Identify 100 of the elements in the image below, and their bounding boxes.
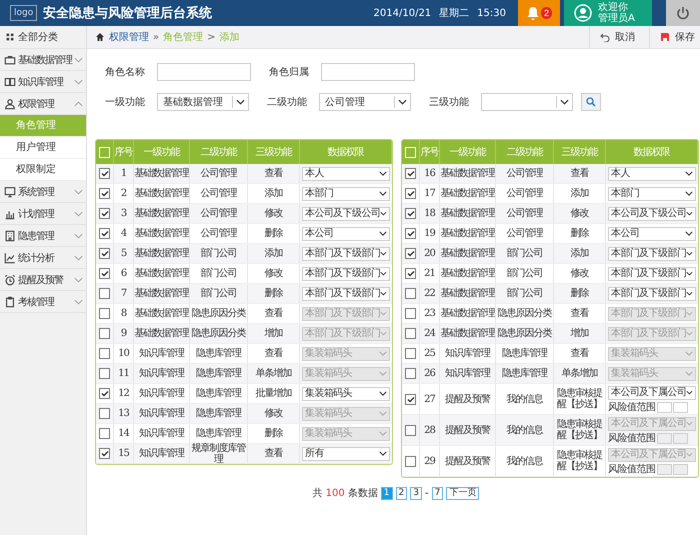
select-all-checkbox[interactable] [99,146,110,158]
sidebar-item[interactable]: 考核管理 [0,291,86,313]
row-checkbox[interactable] [99,448,110,459]
row-checkbox[interactable] [405,188,416,199]
row-checkbox[interactable] [405,248,416,259]
table-cell: 12 [118,388,129,399]
row-checkbox[interactable] [99,268,110,279]
filter-dropdown[interactable]: 基础数据管理 [157,93,249,111]
table-cell: 我的信息 [506,424,542,436]
permission-dropdown[interactable]: 本公司及下级公司 [608,206,696,220]
row-checkbox[interactable] [99,228,110,239]
table-cell: 隐患库管理 [196,368,241,379]
row-checkbox[interactable] [99,208,110,219]
all-categories-item[interactable]: 全部分类 [0,26,86,49]
column-header: 二级功能 [200,146,236,158]
chevron-icon [379,351,387,356]
logout-button[interactable] [666,0,700,26]
permission-dropdown[interactable]: 本部门及下级部门 [302,286,390,300]
search-button[interactable] [581,93,601,111]
role-name-field[interactable] [157,63,251,81]
range-max-field[interactable] [672,402,688,412]
table-cell: 4 [120,228,126,239]
permission-dropdown[interactable]: 本公司及下属公司 [608,386,696,400]
table-cell: 知识库管理 [139,388,184,399]
sidebar-item[interactable]: 隐患管理 [0,225,86,247]
sidebar-item[interactable]: 基础数据管理 [0,49,86,71]
sidebar-subitem[interactable]: 权限制定 [0,159,86,181]
total-count: 100 [326,488,345,498]
permission-dropdown[interactable]: 本部门及下级部门 [608,246,696,260]
role-owner-field[interactable] [321,63,415,81]
cancel-button[interactable]: 取消 [589,26,645,48]
filter-label: 二级功能 [267,96,308,109]
sidebar-item[interactable]: 知识库管理 [0,71,86,93]
page-button[interactable]: 7 [432,486,444,500]
row-checkbox[interactable] [99,168,110,179]
table-cell: 基础数据管理 [440,168,494,179]
app-title: 安全隐患与风险管理后台系统 [43,4,212,22]
row-checkbox[interactable] [405,228,416,239]
table-cell: 修改 [570,208,588,219]
row-checkbox[interactable] [99,248,110,259]
permission-dropdown[interactable]: 本公司及下级公司 [302,206,390,220]
table-cell: 隐患原因分类 [498,328,552,339]
select-all-checkbox[interactable] [405,146,416,158]
power-icon [676,6,690,20]
save-button[interactable]: 保存 [649,26,700,48]
notification-badge: 2 [540,7,552,19]
row-checkbox[interactable] [405,168,416,179]
permission-dropdown[interactable]: 本公司 [302,226,390,240]
breadcrumb-separator: » [153,32,160,42]
range-min-field[interactable] [656,402,672,412]
table-cell: 删除 [570,228,588,239]
row-checkbox[interactable] [405,288,416,299]
table-cell: 基础数据管理 [440,268,494,279]
chevron-icon [380,291,387,296]
chevron-icon [379,191,387,196]
column-header: 三级功能 [562,146,598,158]
chevron-icon [685,191,693,196]
permission-dropdown[interactable]: 本部门及下级部门 [608,286,696,300]
permission-dropdown[interactable]: 本部门及下级部门 [302,246,390,260]
weekday-text: 星期二 [439,6,470,20]
permission-dropdown[interactable]: 本人 [302,166,390,180]
range-max-field[interactable] [672,432,688,444]
sidebar-item[interactable]: 统计分析 [0,247,86,269]
table-cell: 19 [424,228,435,239]
sidebar-item[interactable]: 提醒及预警 [0,269,86,291]
permission-dropdown[interactable]: 本部门 [608,186,696,200]
chevron-icon [686,211,693,216]
table-cell: 基础数据管理 [440,208,494,219]
permission-dropdown[interactable]: 所有 [302,446,390,460]
filter-dropdown[interactable]: 公司管理 [319,93,411,111]
building-icon [4,230,16,242]
notification-button[interactable]: 2 [518,0,560,26]
permission-dropdown[interactable]: 本部门 [302,186,390,200]
table-cell: 25 [424,348,435,359]
range-min-field[interactable] [656,464,672,474]
permission-dropdown[interactable]: 本部门及下级部门 [302,266,390,280]
breadcrumb-link[interactable]: 权限管理 [109,30,149,44]
page-button[interactable]: 2 [396,486,408,500]
sidebar-item[interactable]: 计划管理 [0,203,86,225]
range-min-field[interactable] [656,432,672,444]
row-checkbox[interactable] [99,388,110,399]
row-checkbox[interactable] [405,268,416,279]
sidebar-subitem[interactable]: 用户管理 [0,137,86,159]
row-checkbox[interactable] [405,394,416,404]
permission-dropdown[interactable]: 本公司 [608,226,696,240]
column-header: 序号 [420,146,438,158]
table-cell: 隐患库管理 [196,408,241,419]
permission-dropdown[interactable]: 本部门及下级部门 [608,266,696,280]
chevron-icon [380,331,387,336]
table-cell: 28 [424,424,435,436]
row-checkbox[interactable] [99,188,110,199]
column-header: 二级功能 [506,146,542,158]
permission-dropdown[interactable]: 集装箱码头 [302,386,390,400]
range-max-field[interactable] [672,464,688,474]
sidebar-item[interactable]: 系统管理 [0,181,86,203]
row-checkbox[interactable] [99,288,110,299]
permission-dropdown[interactable]: 本人 [608,166,696,180]
page-button[interactable]: 3 [410,486,422,500]
row-checkbox[interactable] [405,208,416,219]
next-page-button[interactable]: 下一页 [446,486,480,500]
